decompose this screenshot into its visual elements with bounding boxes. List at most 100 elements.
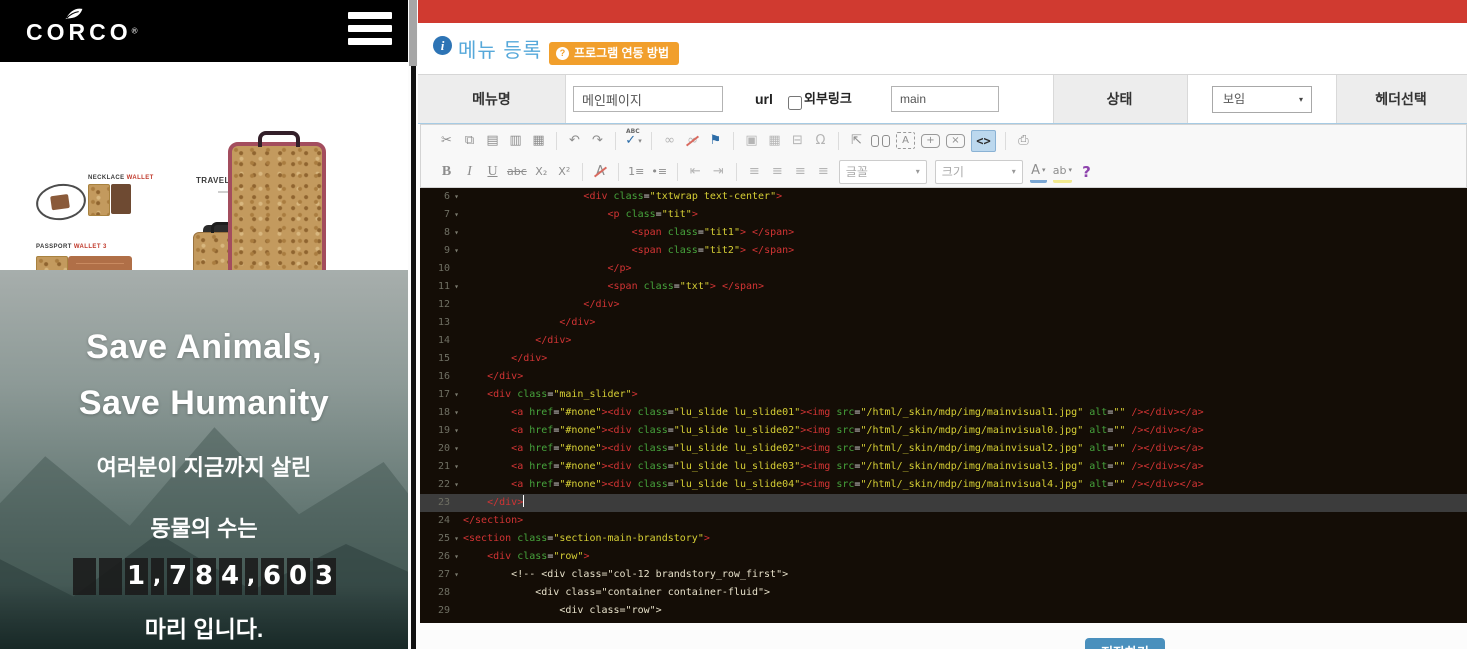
external-link-checkbox[interactable] xyxy=(788,96,802,110)
print-icon[interactable]: ⎙ xyxy=(1015,131,1032,151)
fold-arrow-icon[interactable]: ▾ xyxy=(450,224,463,242)
fold-arrow-icon[interactable]: ▾ xyxy=(450,530,463,548)
align-left-icon[interactable]: ≡ xyxy=(746,162,763,182)
code-line[interactable]: 20▾ <a href="#none"><div class="lu_slide… xyxy=(420,440,1467,458)
cut-icon[interactable]: ✂ xyxy=(438,131,455,151)
fold-arrow-icon[interactable]: ▾ xyxy=(450,566,463,584)
maximize-icon[interactable]: ⇱ xyxy=(848,131,865,151)
fold-arrow-icon[interactable]: ▾ xyxy=(450,422,463,440)
url-input[interactable] xyxy=(891,86,999,112)
code-line[interactable]: 8▾ <span class="tit1"> </span> xyxy=(420,224,1467,242)
code-line[interactable]: 14 </div> xyxy=(420,332,1467,350)
save-button[interactable]: 저장하기 xyxy=(1085,638,1165,649)
fold-arrow-icon[interactable]: ▾ xyxy=(450,278,463,296)
text-color-icon[interactable]: A▾ xyxy=(1030,160,1047,183)
chevron-down-icon: ▾ xyxy=(1299,87,1303,112)
ordered-list-icon[interactable]: 1≡ xyxy=(628,162,645,182)
paste-word-icon[interactable]: ▦ xyxy=(530,131,547,151)
code-line[interactable]: 25▾<section class="section-main-brandsto… xyxy=(420,530,1467,548)
code-line[interactable]: 11▾ <span class="txt"> </span> xyxy=(420,278,1467,296)
find-icon[interactable] xyxy=(871,131,890,151)
scrollbar-track[interactable] xyxy=(411,66,416,649)
code-line[interactable]: 21▾ <a href="#none"><div class="lu_slide… xyxy=(420,458,1467,476)
toolbar-separator xyxy=(733,132,734,150)
code-line[interactable]: 18▾ <a href="#none"><div class="lu_slide… xyxy=(420,404,1467,422)
hamburger-menu-icon[interactable] xyxy=(348,12,392,51)
fold-spacer xyxy=(450,512,463,530)
strikethrough-icon[interactable]: abc xyxy=(507,162,527,182)
link-icon[interactable]: ∞ xyxy=(661,131,678,151)
code-area[interactable]: 6▾ <div class="txtwrap text-center">7▾ <… xyxy=(420,188,1467,623)
fold-arrow-icon[interactable]: ▾ xyxy=(450,458,463,476)
fold-spacer xyxy=(450,602,463,620)
bold-icon[interactable]: B xyxy=(438,162,455,182)
code-line[interactable]: 16 </div> xyxy=(420,368,1467,386)
italic-icon[interactable]: I xyxy=(461,162,478,182)
code-line[interactable]: 19▾ <a href="#none"><div class="lu_slide… xyxy=(420,422,1467,440)
fold-arrow-icon[interactable]: ▾ xyxy=(450,476,463,494)
fold-arrow-icon[interactable]: ▾ xyxy=(450,440,463,458)
code-line[interactable]: 23 </div> xyxy=(420,494,1467,512)
image-icon[interactable]: ▣ xyxy=(743,131,760,151)
comment-remove-icon[interactable]: × xyxy=(946,134,965,148)
code-line[interactable]: 10 </p> xyxy=(420,260,1467,278)
line-number: 21 xyxy=(420,458,450,476)
undo-icon[interactable]: ↶ xyxy=(566,131,583,151)
menu-name-input[interactable] xyxy=(573,86,723,112)
code-line[interactable]: 13 </div> xyxy=(420,314,1467,332)
code-line[interactable]: 22▾ <a href="#none"><div class="lu_slide… xyxy=(420,476,1467,494)
font-dropdown[interactable]: 글꼴▾ xyxy=(839,160,927,184)
align-center-icon[interactable]: ≡ xyxy=(769,162,786,182)
comment-add-icon[interactable]: + xyxy=(921,134,940,148)
source-icon[interactable]: <> xyxy=(971,130,996,152)
indent-icon[interactable]: ⇥ xyxy=(710,162,727,182)
outdent-icon[interactable]: ⇤ xyxy=(687,162,704,182)
code-line[interactable]: 15 </div> xyxy=(420,350,1467,368)
fold-arrow-icon[interactable]: ▾ xyxy=(450,242,463,260)
scrollbar-thumb[interactable] xyxy=(409,0,417,66)
program-link-help-button[interactable]: ? 프로그램 연동 방법 xyxy=(549,42,679,65)
copy-icon[interactable]: ⧉ xyxy=(461,131,478,151)
horizontal-line-icon[interactable]: ⊟ xyxy=(789,131,806,151)
underline-icon[interactable]: U xyxy=(484,162,501,182)
code-line[interactable]: 28 <div class="container container-fluid… xyxy=(420,584,1467,602)
spellcheck-icon[interactable]: ✓▾ xyxy=(625,131,642,151)
fold-arrow-icon[interactable]: ▾ xyxy=(450,404,463,422)
align-justify-icon[interactable]: ≡ xyxy=(815,162,832,182)
code-line[interactable]: 9▾ <span class="tit2"> </span> xyxy=(420,242,1467,260)
code-line[interactable]: 6▾ <div class="txtwrap text-center"> xyxy=(420,188,1467,206)
code-line[interactable]: 12 </div> xyxy=(420,296,1467,314)
select-all-icon[interactable]: A xyxy=(896,132,915,149)
unlink-icon[interactable]: ∞ xyxy=(684,131,701,151)
align-right-icon[interactable]: ≡ xyxy=(792,162,809,182)
special-char-icon[interactable]: Ω xyxy=(812,131,829,151)
code-line[interactable]: 26▾ <div class="row"> xyxy=(420,548,1467,566)
paste-icon[interactable]: ▤ xyxy=(484,131,501,151)
fold-arrow-icon[interactable]: ▾ xyxy=(450,188,463,206)
size-dropdown[interactable]: 크기▾ xyxy=(935,160,1023,184)
fold-arrow-icon[interactable]: ▾ xyxy=(450,206,463,224)
code-line[interactable]: 7▾ <p class="tit"> xyxy=(420,206,1467,224)
subscript-icon[interactable]: X₂ xyxy=(533,162,550,182)
code-line[interactable]: 29 <div class="row"> xyxy=(420,602,1467,620)
line-number: 29 xyxy=(420,602,450,620)
preview-scrollbar[interactable] xyxy=(408,0,418,649)
code-line[interactable]: 17▾ <div class="main_slider"> xyxy=(420,386,1467,404)
table-icon[interactable]: ▦ xyxy=(766,131,783,151)
fold-arrow-icon[interactable]: ▾ xyxy=(450,386,463,404)
code-line[interactable]: 27▾ <!-- <div class="col-12 brandstory_r… xyxy=(420,566,1467,584)
corco-logo[interactable]: CORCO® xyxy=(26,6,138,46)
unordered-list-icon[interactable]: •≡ xyxy=(651,162,668,182)
anchor-flag-icon[interactable]: ⚑ xyxy=(707,131,724,151)
code-line[interactable]: 24</section> xyxy=(420,512,1467,530)
remove-format-icon[interactable]: A xyxy=(592,162,609,182)
code-line[interactable]: 30 <div class="col-12 col-md-6 brandstor… xyxy=(420,620,1467,623)
redo-icon[interactable]: ↷ xyxy=(589,131,606,151)
highlight-color-icon[interactable]: ab▾ xyxy=(1053,160,1072,183)
counter-digit: 4 xyxy=(219,558,242,595)
fold-arrow-icon[interactable]: ▾ xyxy=(450,548,463,566)
help-icon[interactable]: ? xyxy=(1078,162,1095,182)
status-select[interactable]: 보임 ▾ xyxy=(1212,86,1312,113)
paste-text-icon[interactable]: ▥ xyxy=(507,131,524,151)
superscript-icon[interactable]: X² xyxy=(556,162,573,182)
